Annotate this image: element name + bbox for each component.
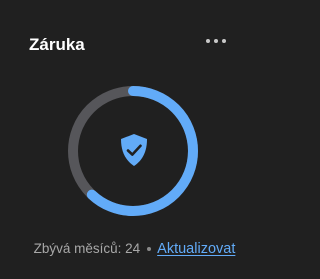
more-horizontal-icon-dot: [222, 39, 226, 43]
card-title: Záruka: [29, 35, 85, 54]
more-options-button[interactable]: [201, 31, 231, 51]
remaining-months-text: Zbývá měsíců: 24: [33, 241, 141, 256]
warranty-footer: Zbývá měsíců: 24 Aktualizovat: [0, 239, 269, 259]
update-link[interactable]: Aktualizovat: [157, 239, 235, 259]
more-horizontal-icon-dot: [206, 39, 210, 43]
separator-dot: [147, 247, 152, 251]
shield-check-icon: [121, 134, 147, 166]
warranty-card: Záruka Zbývá měsíců: 24 Aktualizovat: [0, 0, 269, 279]
more-horizontal-icon-dot: [214, 39, 218, 43]
